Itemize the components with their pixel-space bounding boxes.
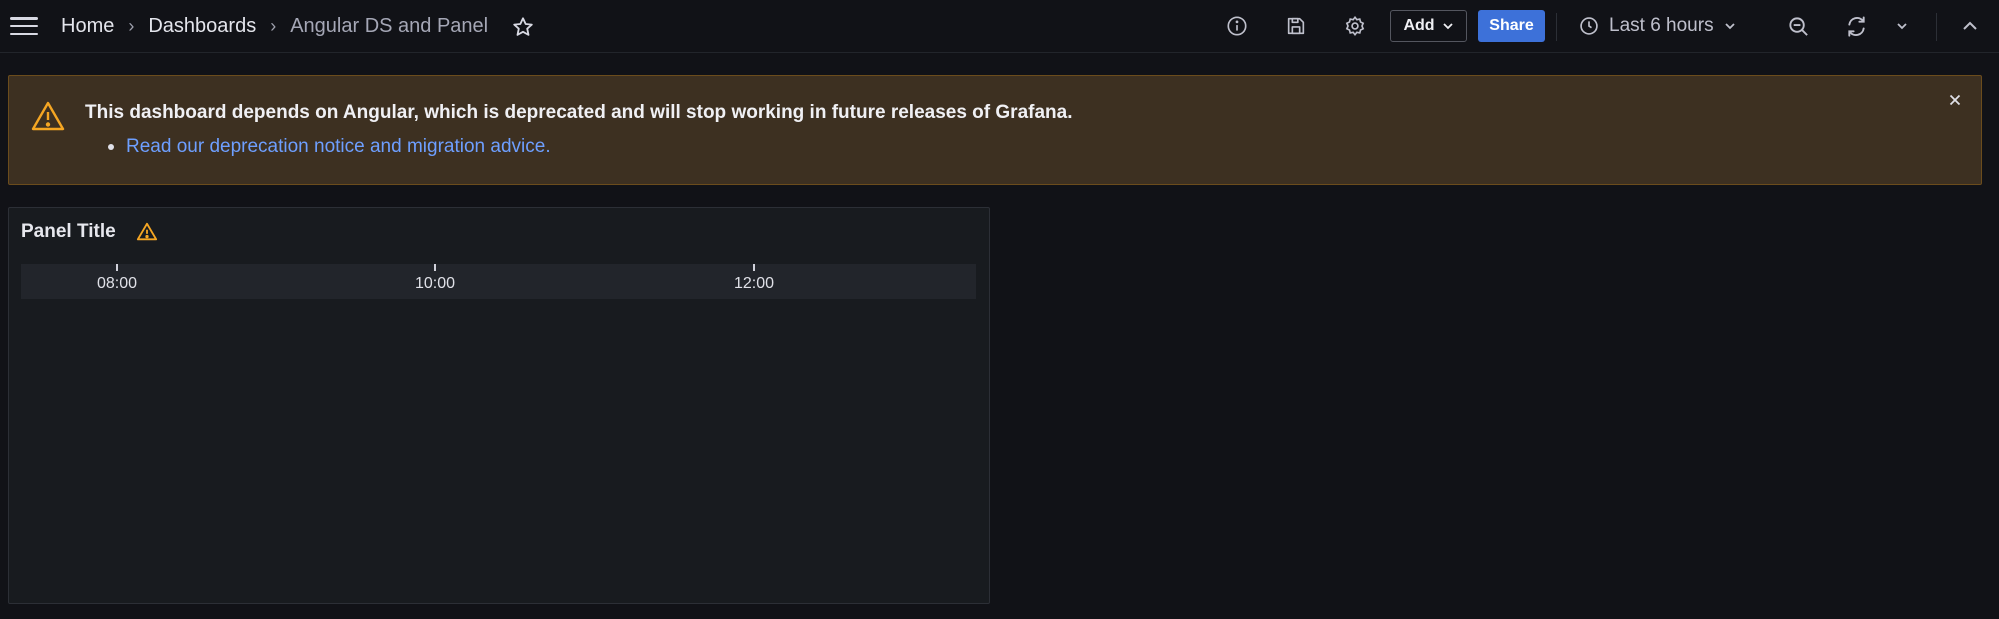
page-title: Angular DS and Panel — [290, 15, 489, 37]
breadcrumb-separator: › — [128, 16, 135, 36]
x-axis-tick-label: 10:00 — [414, 275, 456, 292]
breadcrumb: Home › Dashboards › Angular DS and Panel — [61, 0, 536, 53]
refresh-icon[interactable] — [1843, 13, 1869, 39]
deprecation-notice-link[interactable]: Read our deprecation notice and migratio… — [126, 136, 551, 158]
chevron-down-icon — [1724, 23, 1735, 30]
close-icon[interactable] — [1945, 90, 1965, 110]
x-axis-tick-label: 08:00 — [96, 275, 138, 292]
x-axis-tick: 12:00 — [724, 264, 784, 293]
time-range-picker[interactable]: Last 6 hours — [1579, 10, 1736, 42]
top-navbar: Home › Dashboards › Angular DS and Panel… — [0, 0, 1999, 53]
alert-links-list: Read our deprecation notice and migratio… — [85, 136, 551, 158]
clock-icon — [1580, 17, 1598, 35]
share-button[interactable]: Share — [1478, 10, 1545, 42]
time-axis: 08:00 10:00 12:00 — [21, 264, 976, 299]
warning-icon — [31, 100, 65, 132]
angular-deprecation-alert: This dashboard depends on Angular, which… — [8, 75, 1982, 185]
x-axis-tick: 10:00 — [405, 264, 465, 293]
x-axis-tick-label: 12:00 — [733, 275, 775, 292]
bullet — [108, 144, 114, 150]
save-icon[interactable] — [1283, 13, 1309, 39]
panel-header: Panel Title — [21, 218, 158, 246]
toolbar-divider — [1936, 13, 1937, 41]
warning-icon[interactable] — [136, 221, 158, 243]
add-button[interactable]: Add — [1390, 10, 1467, 42]
x-axis-tick: 08:00 — [87, 264, 147, 293]
menu-icon[interactable] — [10, 14, 38, 38]
refresh-interval-chevron-icon[interactable] — [1889, 13, 1915, 39]
collapse-icon[interactable] — [1957, 13, 1983, 39]
breadcrumb-separator: › — [270, 16, 277, 36]
dashboard-panel[interactable]: Panel Title 08:00 10:00 12:00 — [8, 207, 990, 604]
time-range-label: Last 6 hours — [1609, 15, 1714, 36]
info-icon[interactable] — [1224, 13, 1250, 39]
breadcrumb-dashboards[interactable]: Dashboards — [148, 15, 256, 38]
chevron-down-icon — [1442, 23, 1453, 30]
star-icon[interactable] — [512, 15, 536, 39]
add-button-label: Add — [1403, 17, 1435, 34]
zoom-out-icon[interactable] — [1785, 13, 1811, 39]
settings-icon[interactable] — [1342, 13, 1368, 39]
toolbar-divider — [1556, 13, 1557, 41]
alert-message: This dashboard depends on Angular, which… — [85, 102, 1073, 123]
breadcrumb-home[interactable]: Home — [61, 15, 114, 38]
panel-title[interactable]: Panel Title — [21, 221, 116, 243]
